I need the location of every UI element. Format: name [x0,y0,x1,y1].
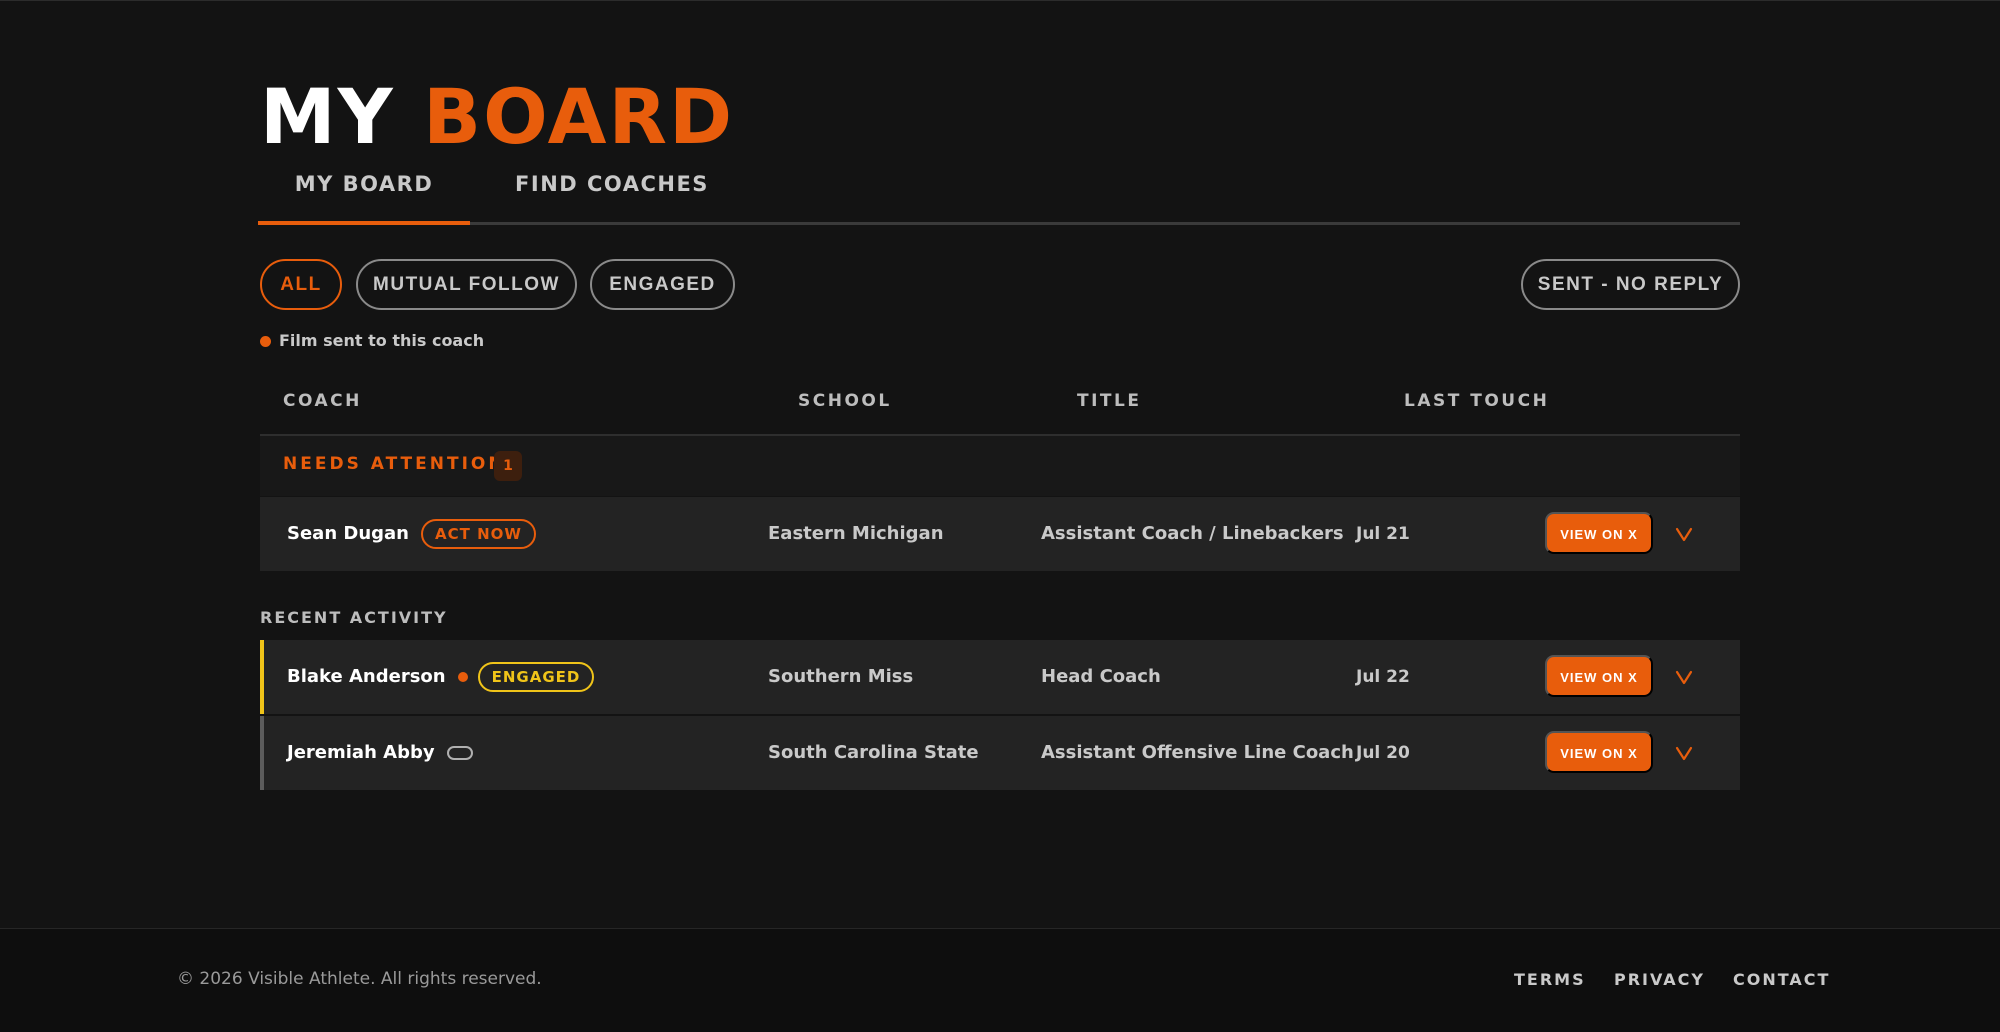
table-header: COACH SCHOOL TITLE LAST TOUCH [260,373,1740,436]
active-tab-indicator [258,221,470,225]
title-cell: Head Coach [1041,666,1161,687]
header-coach: COACH [283,391,362,411]
last-touch-cell: Jul 21 [1356,524,1410,544]
coach-cell: Sean Dugan ACT NOW [287,497,536,571]
filter-sent-no-reply[interactable]: SENT - NO REPLY [1521,259,1740,310]
footer-link-terms[interactable]: TERMS [1514,970,1586,989]
page-title: MY BOARD [260,69,734,165]
view-on-x-button[interactable]: VIEW ON X [1545,512,1653,554]
chevron-down-icon[interactable] [1673,666,1695,688]
table-row[interactable]: Blake Anderson ENGAGED Southern Miss Hea… [260,640,1740,714]
page-title-part1: MY [260,72,395,161]
last-touch-cell: Jul 22 [1356,667,1410,687]
school-cell: Eastern Michigan [768,523,944,544]
title-cell: Assistant Coach / Linebackers [1041,523,1344,544]
act-now-badge: ACT NOW [421,519,536,549]
coach-name[interactable]: Blake Anderson [287,640,446,714]
filter-mutual-follow[interactable]: MUTUAL FOLLOW [356,259,577,310]
tab-find-coaches[interactable]: FIND COACHES [490,167,734,225]
header-title: TITLE [1077,391,1142,411]
coach-name[interactable]: Jeremiah Abby [287,716,435,790]
page-title-part2: BOARD [423,72,735,161]
chevron-down-icon[interactable] [1673,742,1695,764]
engaged-badge: ENGAGED [477,662,595,692]
header-last-touch: LAST TOUCH [1404,391,1550,411]
tab-my-board[interactable]: MY BOARD [258,167,470,225]
empty-status-pill [446,746,473,760]
footer: © 2026 Visible Athlete. All rights reser… [0,928,2000,1032]
filter-engaged[interactable]: ENGAGED [590,259,735,310]
recent-activity-label: RECENT ACTIVITY [260,608,448,627]
view-on-x-button[interactable]: VIEW ON X [1545,655,1653,697]
copyright-text: © 2026 Visible Athlete. All rights reser… [177,969,542,989]
film-dot-icon [260,336,271,347]
last-touch-cell: Jul 20 [1356,743,1410,763]
legend-text: Film sent to this coach [279,330,485,350]
view-on-x-button[interactable]: VIEW ON X [1545,731,1653,773]
tab-bar: MY BOARD FIND COACHES [258,167,1740,225]
film-legend: Film sent to this coach [260,329,484,351]
film-dot-icon [457,672,468,682]
coach-cell: Jeremiah Abby [287,716,473,790]
coach-cell: Blake Anderson ENGAGED [287,640,595,714]
table-row[interactable]: Sean Dugan ACT NOW Eastern Michigan Assi… [260,497,1740,571]
title-cell: Assistant Offensive Line Coach [1041,742,1354,763]
needs-attention-label: NEEDS ATTENTION [283,454,506,474]
needs-attention-count: 1 [494,451,522,481]
chevron-down-icon[interactable] [1673,523,1695,545]
table-row[interactable]: Jeremiah Abby South Carolina State Assis… [260,716,1740,790]
header-school: SCHOOL [798,391,892,411]
filter-all[interactable]: ALL [260,259,342,310]
footer-link-privacy[interactable]: PRIVACY [1614,970,1705,989]
coach-name[interactable]: Sean Dugan [287,497,409,571]
school-cell: Southern Miss [768,666,914,687]
footer-link-contact[interactable]: CONTACT [1733,970,1830,989]
needs-attention-group-header: NEEDS ATTENTION 1 [260,436,1740,496]
school-cell: South Carolina State [768,742,979,763]
